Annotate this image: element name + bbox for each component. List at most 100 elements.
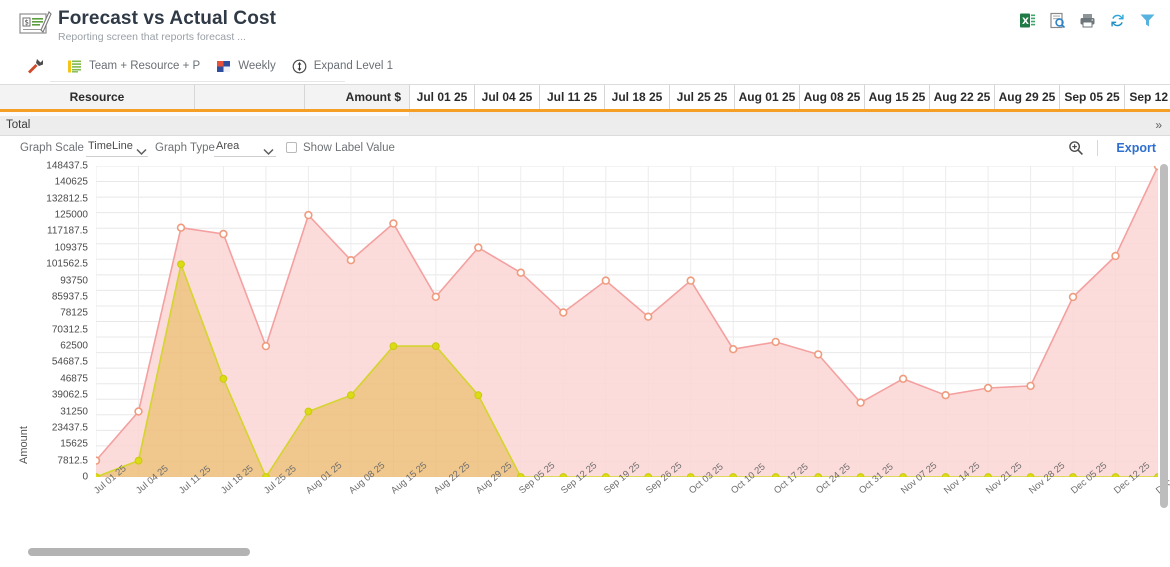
data-point-marker[interactable] [219,374,228,383]
magnifier-icon[interactable] [1068,140,1084,159]
invoice-dollar-icon: $ [18,10,52,38]
data-point-marker[interactable] [96,456,101,465]
preview-icon[interactable] [1049,12,1066,29]
refresh-icon[interactable] [1109,12,1126,29]
data-point-marker[interactable] [261,341,271,351]
column-header-date[interactable]: Aug 15 25 [865,85,930,110]
data-point-marker[interactable] [389,219,398,228]
column-header-date[interactable]: Jul 25 25 [670,85,735,110]
data-point-marker[interactable] [1026,381,1035,391]
column-header-date[interactable]: Sep 12 25 [1125,85,1170,110]
graph-type-select[interactable]: Area [214,140,276,157]
data-point-marker[interactable] [686,276,695,285]
data-point-marker[interactable] [856,473,865,477]
data-point-marker[interactable] [431,342,440,351]
show-label-value-checkbox[interactable] [286,142,297,153]
data-point-marker[interactable] [304,407,313,416]
toolstrip-divider [50,81,345,82]
data-point-marker[interactable] [262,473,270,477]
excel-export-icon[interactable]: X [1019,12,1036,29]
data-point-marker[interactable] [601,473,610,477]
data-point-marker[interactable] [516,473,525,477]
svg-text:$: $ [25,19,29,27]
data-point-marker[interactable] [686,473,695,477]
filter-icon[interactable] [1139,12,1156,29]
y-axis-tick-label: 78125 [60,307,88,319]
data-point-marker[interactable] [856,398,865,407]
data-point-marker[interactable] [1026,473,1035,477]
data-point-marker[interactable] [389,342,398,351]
data-point-marker[interactable] [304,210,313,220]
column-header-amount[interactable]: Amount $ [305,85,410,110]
data-point-marker[interactable] [983,383,993,393]
data-point-marker[interactable] [474,391,483,400]
grid-horizontal-scrollbar[interactable] [28,548,250,556]
column-header-date[interactable]: Jul 11 25 [540,85,605,110]
print-icon[interactable] [1079,12,1096,29]
chart-vertical-scrollbar[interactable] [1160,164,1168,508]
y-axis-tick-label: 15625 [60,438,88,450]
data-point-marker[interactable] [134,456,143,465]
graph-scale-select[interactable]: TimeLine [86,140,148,157]
column-header-date[interactable]: Aug 08 25 [800,85,865,110]
data-point-marker[interactable] [941,473,950,477]
data-point-marker[interactable] [813,350,823,359]
toolstrip-item-period[interactable]: Weekly [213,56,289,77]
column-header-date[interactable]: Aug 01 25 [735,85,800,110]
data-point-marker[interactable] [1153,166,1158,171]
grid-total-row[interactable]: Total » [0,116,1170,136]
y-axis-tick-label: 140625 [54,176,88,188]
tools-icon[interactable] [20,54,50,78]
data-point-marker[interactable] [516,268,525,277]
export-button[interactable]: Export [1116,141,1156,155]
data-point-marker[interactable] [1069,473,1077,477]
data-point-marker[interactable] [177,260,185,269]
data-point-marker[interactable] [474,243,483,252]
y-axis-tick-label: 93750 [60,275,88,287]
data-point-marker[interactable] [771,337,780,347]
column-header-date[interactable]: Jul 01 25 [410,85,475,110]
data-point-marker[interactable] [347,391,355,400]
data-point-marker[interactable] [431,292,440,302]
column-header-date[interactable]: Sep 05 25 [1060,85,1125,110]
y-axis-tick-label: 85937.5 [51,291,88,303]
column-header-date[interactable]: Aug 29 25 [995,85,1060,110]
data-point-marker[interactable] [219,229,228,239]
data-point-marker[interactable] [814,473,823,477]
column-header-resource[interactable]: Resource [0,85,195,110]
y-axis-tick-label: 54687.5 [51,356,88,368]
data-point-marker[interactable] [176,223,186,232]
toolstrip-item-grouping[interactable]: Team + Resource + P [64,56,213,77]
data-point-marker[interactable] [771,473,780,477]
show-label-value-label[interactable]: Show Label Value [303,142,395,154]
y-axis-tick-label: 109375 [54,242,88,254]
data-point-marker[interactable] [1068,292,1078,302]
chevron-collapse-icon[interactable]: » [1155,118,1162,132]
data-point-marker[interactable] [984,473,992,477]
toolstrip-item-period-label: Weekly [238,60,276,72]
data-point-marker[interactable] [601,276,610,285]
data-point-marker[interactable] [941,391,950,400]
data-point-marker[interactable] [134,407,143,416]
data-point-marker[interactable] [559,308,568,317]
data-point-marker[interactable] [644,473,653,477]
chart-plot-area[interactable] [96,166,1158,477]
column-header-date[interactable]: Aug 22 25 [930,85,995,110]
data-point-marker[interactable] [898,374,908,384]
column-header-blank[interactable] [195,85,305,110]
data-point-marker[interactable] [728,345,738,354]
y-axis-tick-label: 23437.5 [51,422,88,434]
page-title: Forecast vs Actual Cost [58,8,277,29]
column-header-date[interactable]: Jul 18 25 [605,85,670,110]
data-point-marker[interactable] [899,473,907,477]
toolstrip-item-expand-level[interactable]: Expand Level 1 [289,56,406,77]
data-point-marker[interactable] [643,312,653,321]
column-header-date[interactable]: Jul 04 25 [475,85,540,110]
y-axis-tick-label: 62500 [60,340,88,352]
x-axis-ticks: Jul 01 25 Jul 04 25 Jul 11 25 Jul 18 25 Jul … [92,460,1170,540]
data-point-marker[interactable] [1111,473,1120,477]
data-point-marker[interactable] [346,255,356,265]
data-point-marker[interactable] [729,473,738,477]
data-point-marker[interactable] [559,473,568,477]
data-point-marker[interactable] [1111,251,1120,261]
